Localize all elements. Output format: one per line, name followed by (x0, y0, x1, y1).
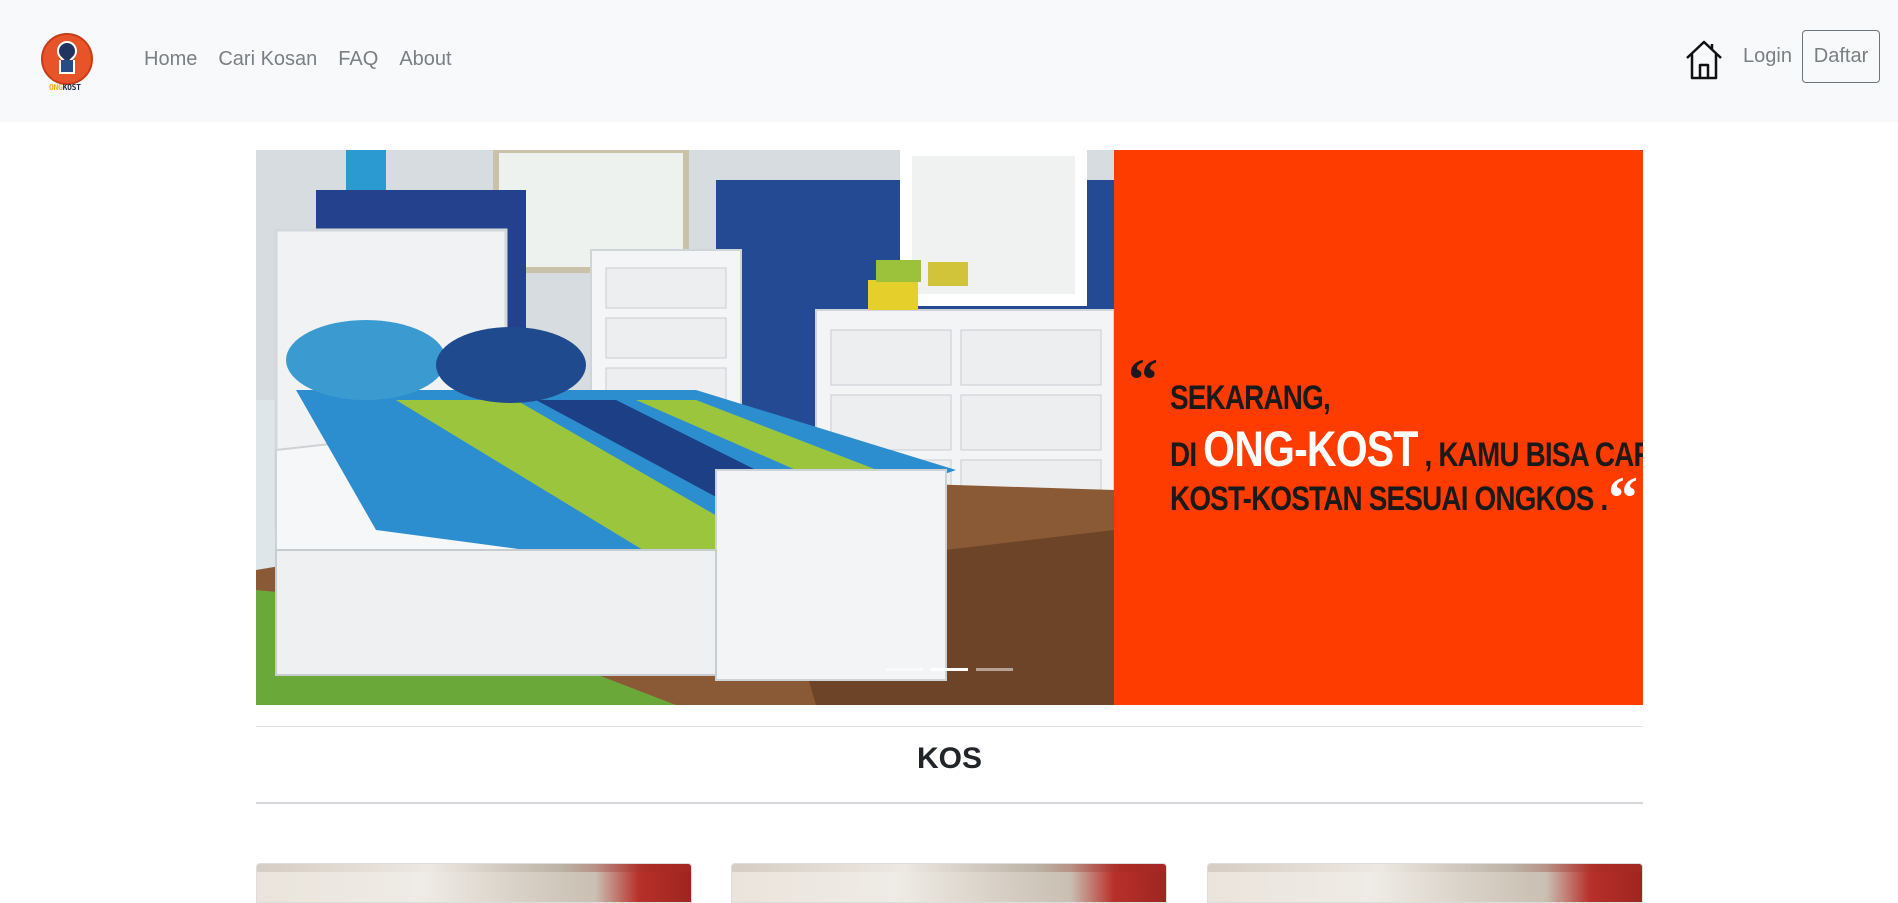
quote-open-mark: “ (1128, 347, 1158, 413)
bedroom-illustration (256, 150, 1114, 705)
nav-links: Home Cari Kosan FAQ About (144, 48, 452, 71)
nav-link-faq[interactable]: FAQ (338, 48, 378, 71)
login-link[interactable]: Login (1743, 45, 1792, 68)
carousel-indicators (886, 668, 1013, 671)
nav-link-about[interactable]: About (399, 48, 451, 71)
carousel-indicator-1[interactable] (886, 668, 923, 671)
slogan-panel: “ SEKARANG, DI ONG-KOST , KAMU BISA CARI… (1114, 150, 1643, 705)
house-icon (59, 60, 75, 74)
kos-card-1[interactable] (256, 863, 692, 903)
home-icon[interactable] (1684, 39, 1724, 81)
kos-card-2[interactable] (731, 863, 1167, 903)
hero-carousel[interactable]: “ SEKARANG, DI ONG-KOST , KAMU BISA CARI… (256, 150, 1643, 705)
carousel-indicator-2[interactable] (931, 668, 968, 671)
ong-kost-logo[interactable]: ONGKOST (40, 32, 96, 94)
logo-text-ong: ONG (49, 83, 63, 92)
section-divider-top (256, 726, 1643, 727)
nav-link-home[interactable]: Home (144, 48, 197, 71)
logo-wordmark: ONGKOST (49, 83, 81, 92)
kos-card-image (1208, 864, 1642, 872)
daftar-button[interactable]: Daftar (1802, 30, 1880, 83)
nav-link-cari-kosan[interactable]: Cari Kosan (218, 48, 317, 71)
bedroom-photo (256, 150, 1114, 705)
logo-text-kost: KOST (62, 83, 81, 92)
kos-card-image (732, 864, 1166, 872)
section-title: KOS (916, 742, 982, 775)
section-divider-bottom (256, 802, 1643, 804)
slogan-line-2-pre: DI (1170, 435, 1204, 474)
slogan-text: SEKARANG, DI ONG-KOST , KAMU BISA CARI K… (1170, 378, 1643, 520)
kos-card-3[interactable] (1207, 863, 1643, 903)
slogan-brand: ONG-KOST (1203, 420, 1418, 477)
slogan-line-1: SEKARANG, (1170, 379, 1331, 417)
carousel-indicator-3[interactable] (976, 668, 1013, 671)
slogan-line-2: DI ONG-KOST , KAMU BISA CARI (1170, 419, 1643, 479)
kos-card-image (257, 864, 691, 872)
quote-close-mark: “ (1608, 465, 1638, 531)
slogan-line-3: KOST-KOSTAN SESUAI ONGKOS . (1170, 479, 1608, 518)
navbar: ONGKOST Home Cari Kosan FAQ About Login … (0, 0, 1898, 122)
